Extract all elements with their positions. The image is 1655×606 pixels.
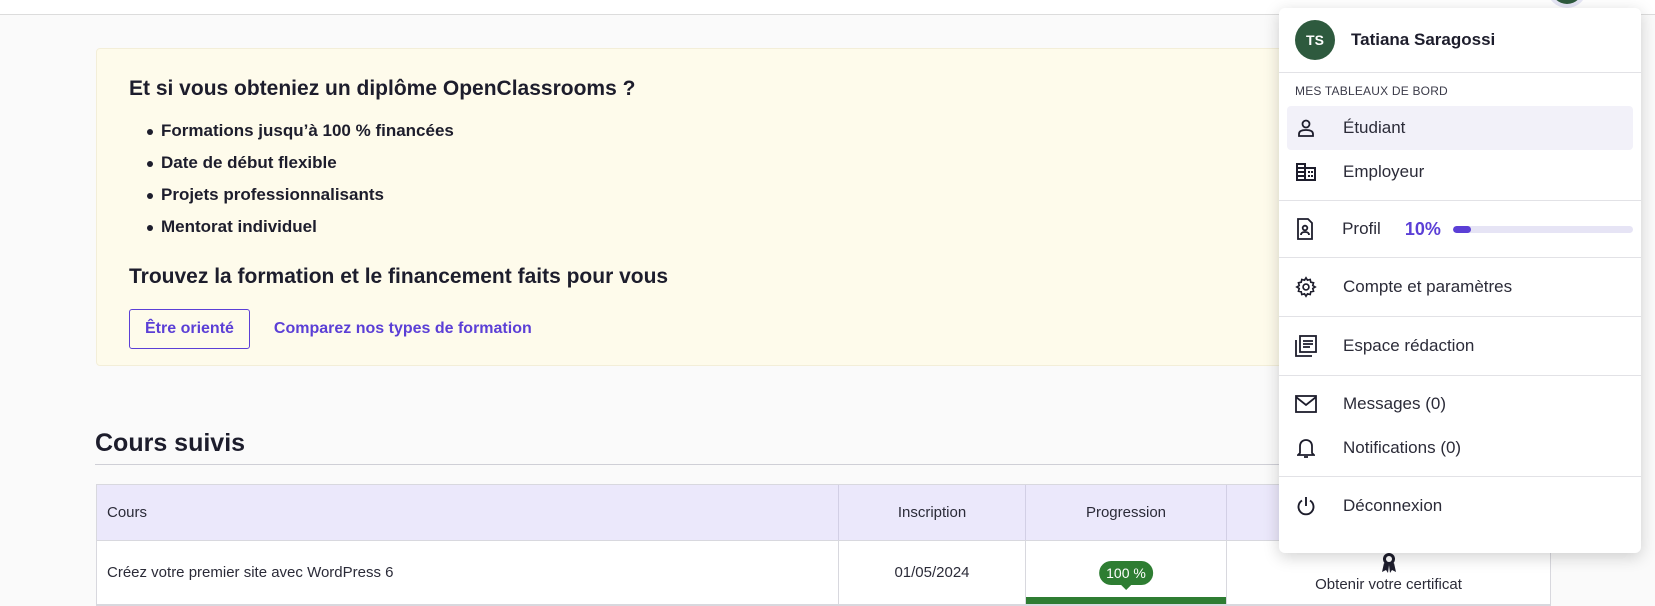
profile-completion-percent: 10% [1404,218,1441,239]
menu-item-messages[interactable]: Messages (0) [1287,382,1633,426]
menu-item-label: Notifications (0) [1343,438,1462,457]
column-header-course[interactable]: Cours [97,485,839,540]
power-icon [1295,495,1317,517]
be-guided-button[interactable]: Être orienté [129,309,250,349]
get-certificate-link[interactable]: Obtenir votre certificat [1315,576,1462,593]
promo-title: Et si vous obteniez un diplôme OpenClass… [129,77,636,100]
building-icon [1295,161,1317,183]
menu-item-employer[interactable]: Employeur [1287,150,1633,194]
course-title[interactable]: Créez votre premier site avec WordPress … [97,541,839,604]
menu-item-account-settings[interactable]: Compte et paramètres [1287,258,1633,316]
menu-item-student[interactable]: Étudiant [1287,106,1633,150]
gear-icon [1295,276,1317,298]
user-name: Tatiana Saragossi [1351,30,1496,49]
menu-item-profile[interactable]: Profil 10% [1287,201,1633,257]
menu-item-label: Messages (0) [1343,394,1446,413]
list-item: Formations jusqu’à 100 % financées [147,115,1463,147]
menu-item-label: Espace rédaction [1343,336,1475,355]
progress-cell: 100 % [1026,541,1227,604]
divider [1279,375,1641,376]
list-item: Projets professionnalisants [147,179,1463,211]
mail-icon [1295,393,1317,415]
menu-item-label: Compte et paramètres [1343,277,1513,296]
menu-item-label: Déconnexion [1343,496,1443,515]
column-header-inscription[interactable]: Inscription [839,485,1026,540]
award-ribbon-icon [1379,552,1399,574]
menu-item-label: Profil [1342,219,1381,238]
inscription-date: 01/05/2024 [839,541,1026,604]
promo-actions: Être orienté Comparez nos types de forma… [129,309,1463,349]
list-item: Date de début flexible [147,147,1463,179]
menu-item-notifications[interactable]: Notifications (0) [1287,426,1633,470]
menu-item-label: Employeur [1343,162,1425,181]
promo-subtitle: Trouvez la formation et le financement f… [129,265,669,288]
user-menu-toggle[interactable] [1547,0,1587,8]
user-header: TS Tatiana Saragossi [1279,8,1641,73]
person-icon [1295,117,1317,139]
bell-icon [1295,437,1317,459]
promo-benefits-list: Formations jusqu’à 100 % financées Date … [147,115,1463,243]
menu-item-editorial-space[interactable]: Espace rédaction [1287,317,1633,375]
menu-item-logout[interactable]: Déconnexion [1287,477,1633,535]
avatar: TS [1295,20,1335,60]
column-header-progression[interactable]: Progression [1026,485,1227,540]
profile-completion-fill [1452,225,1471,233]
list-item: Mentorat individuel [147,211,1463,243]
user-dropdown-menu: TS Tatiana Saragossi MES TABLEAUX DE BOR… [1279,8,1641,553]
progress-bar [1026,597,1226,604]
compare-formations-link[interactable]: Comparez nos types de formation [274,320,532,338]
document-person-icon [1295,218,1316,240]
dashboards-section-label: MES TABLEAUX DE BORD [1295,84,1448,98]
menu-item-label: Étudiant [1343,118,1406,137]
profile-completion-bar [1452,225,1633,233]
page-section-title: Cours suivis [95,429,246,457]
articles-icon [1295,335,1317,357]
progress-badge: 100 % [1099,561,1153,585]
